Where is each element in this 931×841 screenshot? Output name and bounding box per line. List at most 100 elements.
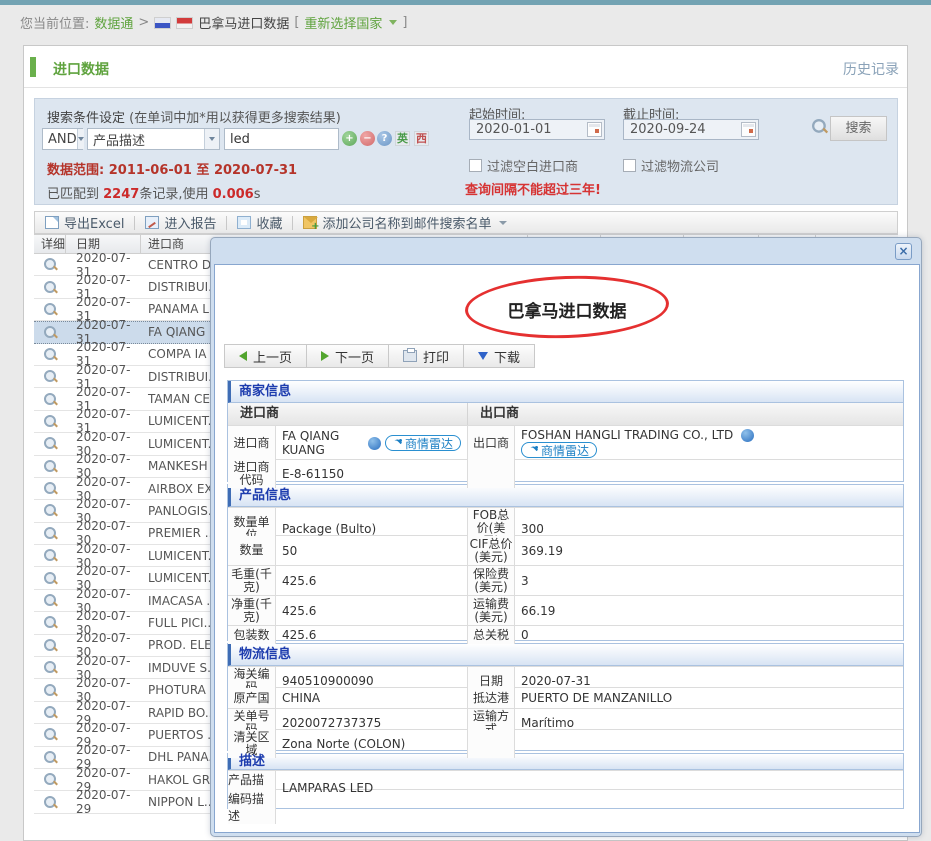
logistics-rows: 海关编码940510900090日期2020-07-31原产国CHINA抵达港P… xyxy=(228,666,903,750)
history-link[interactable]: 历史记录 xyxy=(843,59,899,79)
filter-blank-importer-checkbox[interactable]: 过滤空白进口商 xyxy=(469,156,578,175)
end-date-input[interactable]: 2020-09-24 xyxy=(623,119,759,140)
field-select[interactable]: 产品描述 xyxy=(87,128,220,150)
magnifier-icon[interactable] xyxy=(44,437,57,450)
breadcrumb-prefix: 您当前位置: xyxy=(20,13,89,32)
magnifier-icon[interactable] xyxy=(44,706,57,719)
magnifier-icon[interactable] xyxy=(44,326,57,339)
magnifier-icon[interactable] xyxy=(44,751,57,764)
search-panel: 搜索条件设定 (在单词中加*用以获得更多搜索结果) AND 产品描述 + − ?… xyxy=(34,98,898,205)
download-button[interactable]: 下载 xyxy=(463,344,535,368)
bracket-close: ] xyxy=(402,15,407,30)
detail-row: 清关区域Zona Norte (COLON) xyxy=(228,729,903,750)
magnifier-icon[interactable] xyxy=(44,773,57,786)
magnifier-icon[interactable] xyxy=(44,281,57,294)
radar-button[interactable]: 商情雷达 xyxy=(521,442,597,458)
detail-row: 净重(千克)425.6运输费(美元)66.19 xyxy=(228,595,903,625)
exporter-label: 出口商 xyxy=(468,426,515,460)
magnifier-icon[interactable] xyxy=(44,796,57,809)
magnifier-icon[interactable] xyxy=(44,728,57,741)
detail-row: 关单号码2020072737375运输方式Marítimo xyxy=(228,708,903,729)
magnifier-icon[interactable] xyxy=(44,460,57,473)
globe-icon[interactable] xyxy=(741,429,754,442)
bracket-open: [ xyxy=(294,15,299,30)
arrow-right-icon xyxy=(321,351,329,361)
page-title: 进口数据 xyxy=(53,59,109,79)
magnifier-icon[interactable] xyxy=(44,549,57,562)
breadcrumb: 您当前位置: 数据通 > 巴拿马进口数据 [ 重新选择国家 ] xyxy=(20,13,408,32)
mail-add-icon xyxy=(303,216,317,229)
magnifier-icon[interactable] xyxy=(44,661,57,674)
checkbox-icon[interactable] xyxy=(623,159,636,172)
title-accent-bar xyxy=(30,57,36,77)
calendar-icon[interactable] xyxy=(587,122,602,137)
magnifier-icon[interactable] xyxy=(44,527,57,540)
checkbox-icon[interactable] xyxy=(469,159,482,172)
importer-label: 进口商 xyxy=(228,426,276,460)
breadcrumb-home-link[interactable]: 数据通 xyxy=(94,13,133,32)
magnifier-icon[interactable] xyxy=(44,393,57,406)
magnifier-icon[interactable] xyxy=(44,303,57,316)
enter-report-button[interactable]: 进入报告 xyxy=(135,213,226,232)
filter-logistics-checkbox[interactable]: 过滤物流公司 xyxy=(623,156,719,175)
favorite-button[interactable]: 收藏 xyxy=(227,213,292,232)
description-rows: 产品描述LAMPARAS LED编码描述 xyxy=(228,770,903,808)
magnifier-icon xyxy=(812,119,827,134)
search-hint: (在单词中加*用以获得更多搜索结果) xyxy=(129,111,341,126)
panama-flag-icon xyxy=(154,17,171,29)
search-button[interactable]: 搜索 xyxy=(830,116,887,141)
magnifier-icon[interactable] xyxy=(44,684,57,697)
magnifier-icon[interactable] xyxy=(44,482,57,495)
radar-button[interactable]: 商情雷达 xyxy=(385,435,461,451)
importer-code-value: E-8-61150 xyxy=(276,460,468,488)
merchant-section: 商家信息 进口商 出口商 进口商 FA QIANG KUANG 商情雷达 出口商 xyxy=(227,380,904,482)
modal-content: 巴拿马进口数据 上一页 下一页 打印 下载 商家信息 进口商 出口商 进口商 xyxy=(214,264,920,833)
export-excel-button[interactable]: 导出Excel xyxy=(35,213,134,232)
panama-flag-icon xyxy=(176,17,193,29)
merchant-section-title: 商家信息 xyxy=(228,381,903,403)
prev-page-button[interactable]: 上一页 xyxy=(224,344,307,368)
keyword-input[interactable] xyxy=(224,128,339,150)
plus-circle-icon[interactable]: + xyxy=(342,131,357,146)
magnifier-icon[interactable] xyxy=(44,415,57,428)
chevron-down-icon xyxy=(77,129,84,149)
start-date-input[interactable]: 2020-01-01 xyxy=(469,119,605,140)
search-title: 搜索条件设定 (在单词中加*用以获得更多搜索结果) xyxy=(47,107,341,126)
magnifier-icon[interactable] xyxy=(44,504,57,517)
question-circle-icon[interactable]: ? xyxy=(377,131,392,146)
globe-icon[interactable] xyxy=(368,437,381,450)
next-page-button[interactable]: 下一页 xyxy=(306,344,389,368)
importer-value-cell: FA QIANG KUANG 商情雷达 xyxy=(276,426,468,460)
calendar-icon[interactable] xyxy=(741,122,756,137)
merchant-row: 进口商代码 E-8-61150 xyxy=(228,459,903,481)
detail-row: 海关编码940510900090日期2020-07-31 xyxy=(228,666,903,687)
printer-icon xyxy=(403,350,417,362)
magnifier-icon[interactable] xyxy=(44,258,57,271)
row-date: 2020-07-29 xyxy=(66,788,141,816)
chevron-down-icon xyxy=(499,221,507,225)
magnifier-icon[interactable] xyxy=(44,616,57,629)
add-to-mail-list-button[interactable]: 添加公司名称到邮件搜索名单 xyxy=(293,213,517,232)
lang-en-button[interactable]: 英 xyxy=(395,131,410,146)
lang-es-button[interactable]: 西 xyxy=(414,131,429,146)
description-row: 编码描述 xyxy=(228,789,903,808)
magnifier-icon[interactable] xyxy=(44,594,57,607)
radar-icon xyxy=(393,439,402,448)
importer-header: 进口商 xyxy=(228,403,468,425)
print-button[interactable]: 打印 xyxy=(388,344,464,368)
breadcrumb-separator: > xyxy=(138,15,149,30)
close-icon[interactable]: × xyxy=(895,243,912,260)
magnifier-icon[interactable] xyxy=(44,639,57,652)
magnifier-icon[interactable] xyxy=(44,572,57,585)
operator-select[interactable]: AND xyxy=(42,128,83,150)
match-time: 0.006 xyxy=(213,187,254,202)
panel-header: 进口数据 历史记录 xyxy=(24,46,907,88)
top-accent-bar xyxy=(0,0,931,5)
minus-circle-icon[interactable]: − xyxy=(360,131,375,146)
reselect-country-link[interactable]: 重新选择国家 xyxy=(304,13,382,32)
importer-code-label: 进口商代码 xyxy=(228,460,276,488)
magnifier-icon[interactable] xyxy=(44,370,57,383)
magnifier-icon[interactable] xyxy=(44,348,57,361)
exporter-value-cell: FOSHAN HANGLI TRADING CO., LTD 商情雷达 xyxy=(515,426,903,460)
product-rows: 数量单位Package (Bulto)FOB总价(美元)300数量50CIF总价… xyxy=(228,507,903,640)
